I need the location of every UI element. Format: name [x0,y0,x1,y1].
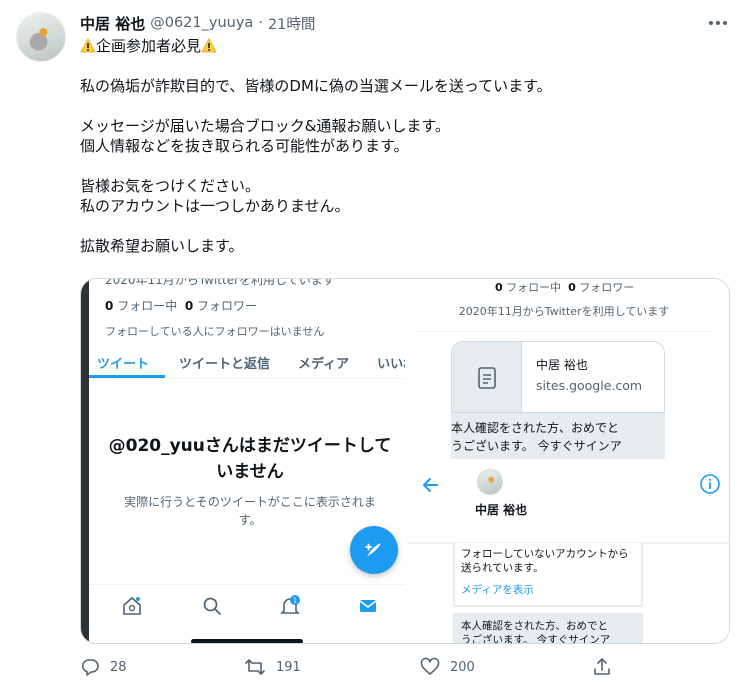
handle[interactable]: @0621_yuuya [150,15,253,31]
display-name[interactable]: 中居 裕也 [80,13,145,34]
empty-subtitle: 実際に行うとそのツイートがここに表示されます。 [124,495,376,527]
headline-line: 企画参加者必見 [80,36,720,56]
notice-text: フォローしていないアカウントから送られています。 [461,548,629,574]
tweet-line [80,96,720,116]
action-bar: 28 191 200 [80,652,720,682]
following-label: フォロー中 [117,299,178,313]
search-icon [203,597,221,615]
back-arrow-icon [423,478,438,492]
like-count: 200 [450,659,475,675]
notification-badge: 1 [293,597,297,605]
dm-name: 中居 裕也 [475,503,528,517]
heart-icon [420,657,440,675]
dm-header: 中居 裕也 [407,459,729,543]
message-line: うございます。 今すぐサインア [461,634,611,644]
share-button[interactable] [592,652,612,682]
message-line: 本人確認をされた方、おめでと [461,620,608,632]
tweet-line: メッセージが届いた場合ブロック&通報お願いします。 [80,117,450,135]
joined-date: 2020年11月からTwitterを利用しています [105,279,335,287]
followers-label: フォロワー [197,299,258,313]
tab-media: メディア [298,357,350,372]
message-line: 本人確認をされた方、おめでと [451,421,620,435]
message-line: うございます。 今すぐサインア [451,439,622,453]
card-title: 中居 裕也 [536,358,588,372]
home-indicator [191,639,303,643]
tweet-line: 私のアカウントは一つしかありません。 [80,197,350,215]
tweet-header: 中居 裕也 @0621_yuuya · 21時間 [80,12,315,34]
tab-likes: いいね [377,357,405,372]
retweet-button[interactable]: 191 [244,652,301,682]
info-icon [700,474,720,494]
tweet-line: 皆様お気をつけください。 [80,177,261,195]
empty-title: @020_yuuさんはまだツイートしていません [108,436,392,482]
timestamp[interactable]: 21時間 [268,13,315,34]
tweet-line: 個人情報などを抜き取られる可能性があります。 [80,137,409,155]
avatar[interactable] [16,12,66,62]
follow-stats: 0 フォロー中 0 フォロワー [105,297,257,314]
retweet-icon [245,659,265,675]
tweet-line: 拡散希望お願いします。 [80,237,244,255]
document-icon [452,342,522,412]
message-bubble: 本人確認をされた方、おめでと うございます。 今すぐサインア [451,413,665,459]
tweet-line [80,216,720,236]
reply-button[interactable]: 28 [80,652,127,682]
screenshot-profile[interactable]: 2020年11月からTwitterを利用しています 0 フォロー中 0 フォロワ… [81,279,405,643]
tab-tweets: ツイート [81,345,166,378]
profile-tabs: ツイート ツイートと返信 メディア いいね [81,345,405,379]
followers-count: 0 [184,299,194,313]
reply-icon [81,659,99,676]
share-icon [594,658,610,675]
messages-icon [359,600,377,612]
followers-count: 0 [568,281,576,294]
like-button[interactable]: 200 [420,652,475,682]
following-count: 0 [495,281,503,294]
dm-avatar [477,469,503,495]
follow-stats: 0 フォロー中 0 フォロワー [495,279,634,295]
followers-note: フォローしている人にフォロワーはいません [105,325,325,338]
warning-icon [201,38,217,53]
tweet: 中居 裕也 @0621_yuuya · 21時間 企画参加者必見 私の偽垢が詐欺… [0,0,745,688]
divider [413,331,713,332]
compose-icon [350,526,398,574]
message-bubble: 本人確認をされた方、おめでと うございます。 今すぐサインア [453,613,643,644]
link-card: 中居 裕也 sites.google.com [451,341,665,413]
tweet-line: 私の偽垢が詐欺目的で、皆様のDMに偽の当選メールを送っています。 [80,77,552,95]
media-attachment[interactable]: 2020年11月からTwitterを利用しています 0 フォロー中 0 フォロワ… [80,278,730,644]
following-count: 0 [105,299,114,313]
retweet-count: 191 [276,659,301,675]
notifications-icon: 1 [280,595,300,614]
show-media-link: メディアを表示 [461,584,534,596]
separator: · [258,15,263,31]
card-url: sites.google.com [536,378,643,393]
tweet-text: 企画参加者必見 私の偽垢が詐欺目的で、皆様のDMに偽の当選メールを送っています。… [80,36,720,256]
warning-icon [80,38,96,53]
tweet-line [80,156,720,176]
warning-notice: フォローしていないアカウントから送られています。 メディアを表示 [453,543,643,607]
joined-date: 2020年11月からTwitterを利用しています [458,305,670,318]
device-edge [81,279,89,643]
following-label: フォロー中 [506,281,562,294]
more-icon[interactable] [707,14,729,32]
screenshot-dm[interactable]: 0 フォロー中 0 フォロワー 2020年11月からTwitterを利用していま… [407,279,729,644]
home-icon [123,596,141,615]
tab-replies: ツイートと返信 [179,357,271,372]
reply-count: 28 [110,659,127,675]
bottom-nav: 1 [81,584,405,624]
followers-label: フォロワー [579,281,635,294]
headline: 企画参加者必見 [96,37,202,55]
